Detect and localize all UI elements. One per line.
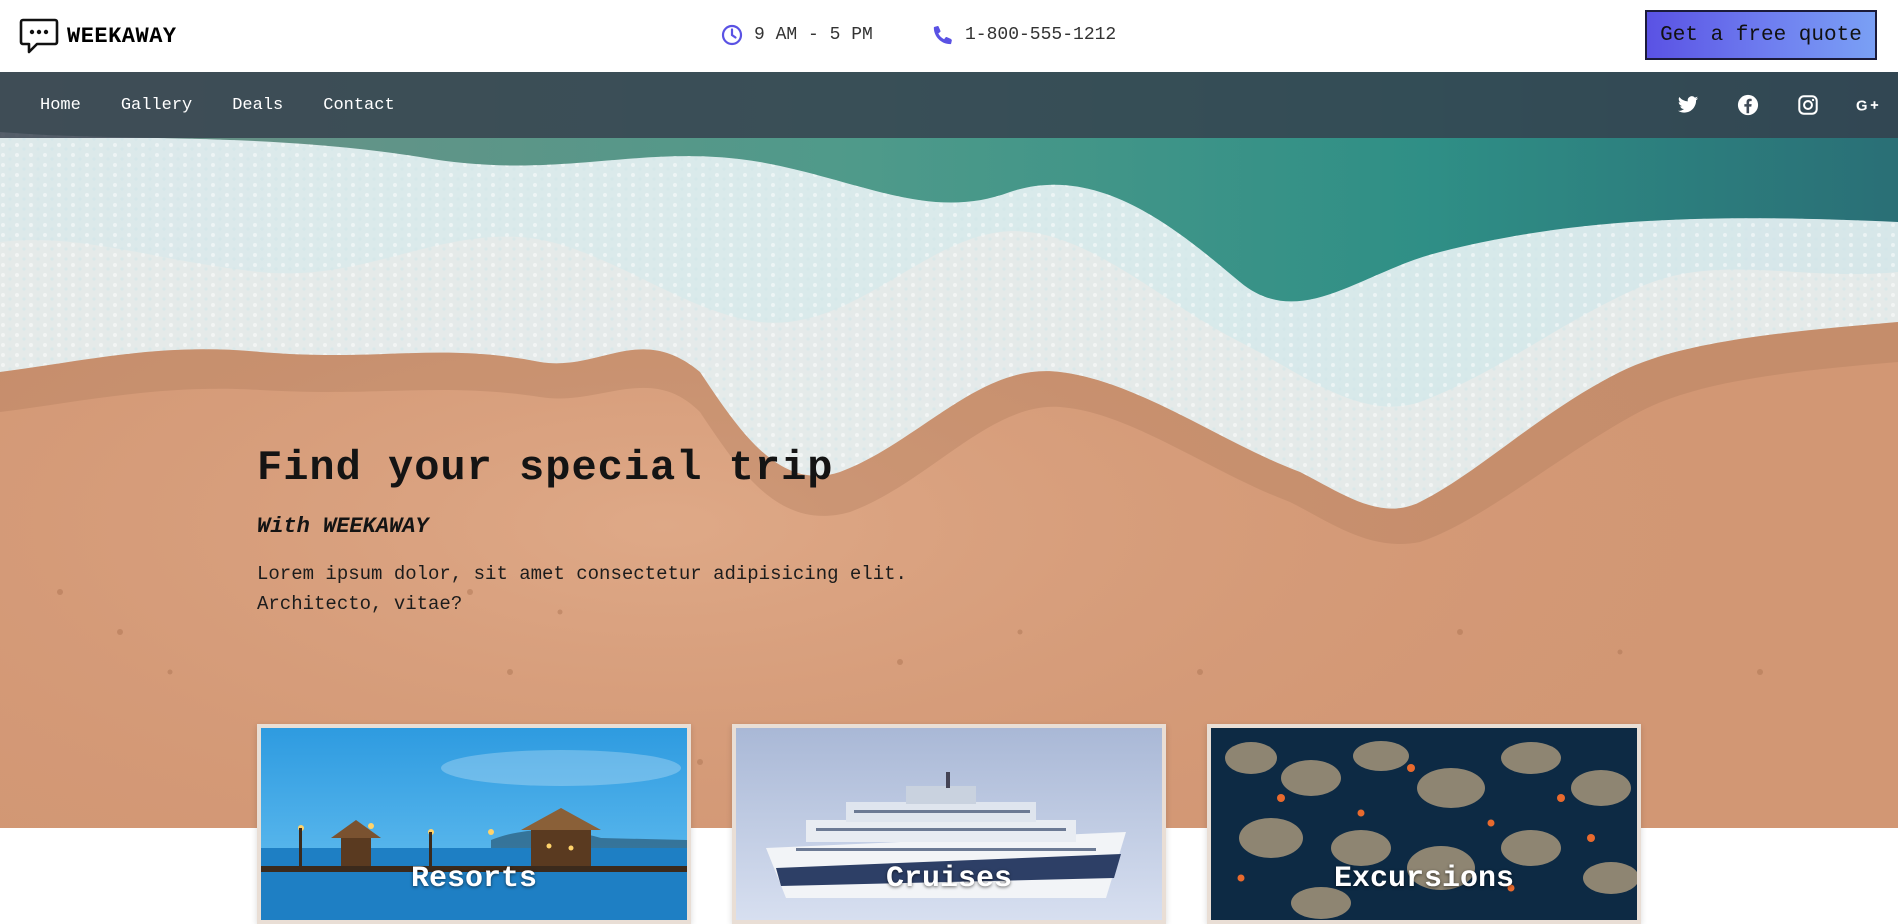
phone-icon <box>933 26 952 45</box>
facebook-icon <box>1737 94 1759 116</box>
card-label-excursions: Excursions <box>1333 862 1515 896</box>
instagram-icon <box>1798 95 1818 115</box>
card-excursions[interactable]: Excursions <box>1207 724 1641 924</box>
nav-links: Home Gallery Deals Contact <box>40 72 395 138</box>
brand[interactable]: WEEKAWAY <box>19 16 177 56</box>
hero-content: Find your special trip With WEEKAWAY Lor… <box>257 444 977 619</box>
google-plus-icon: G <box>1856 99 1879 115</box>
nav-link-gallery[interactable]: Gallery <box>121 96 192 115</box>
card-resorts[interactable]: Resorts <box>257 724 691 924</box>
clock-icon <box>721 24 743 46</box>
nav-link-home[interactable]: Home <box>40 96 81 115</box>
brand-name: WEEKAWAY <box>67 23 177 49</box>
opening-hours: 9 AM - 5 PM <box>721 24 873 46</box>
hero-description: Lorem ipsum dolor, sit amet consectetur … <box>257 563 907 615</box>
nav-link-deals[interactable]: Deals <box>232 96 283 115</box>
svg-text:G: G <box>1856 99 1867 115</box>
google-plus-link[interactable]: G <box>1838 72 1898 138</box>
hero-subtitle: With WEEKAWAY <box>257 514 429 539</box>
phone-text: 1-800-555-1212 <box>965 25 1117 45</box>
card-cruises[interactable]: Cruises <box>732 724 1166 924</box>
card-label-resorts: Resorts <box>410 862 538 896</box>
twitter-link[interactable] <box>1658 72 1718 138</box>
twitter-icon <box>1677 96 1699 113</box>
top-bar: WEEKAWAY 9 AM - 5 PM 1-800-555-1212 Get … <box>0 0 1898 72</box>
facebook-link[interactable] <box>1718 72 1778 138</box>
hero-title: Find your special trip <box>257 444 834 492</box>
hours-text: 9 AM - 5 PM <box>754 25 873 45</box>
free-quote-button[interactable]: Get a free quote <box>1645 10 1877 60</box>
chat-bubble-icon <box>19 18 59 54</box>
main-nav: Home Gallery Deals Contact G <box>0 72 1898 138</box>
phone-number[interactable]: 1-800-555-1212 <box>932 24 1116 46</box>
nav-link-contact[interactable]: Contact <box>323 96 394 115</box>
hero: Find your special trip With WEEKAWAY Lor… <box>0 72 1898 828</box>
instagram-link[interactable] <box>1778 72 1838 138</box>
card-label-cruises: Cruises <box>885 862 1013 896</box>
social-links: G <box>1658 72 1898 138</box>
